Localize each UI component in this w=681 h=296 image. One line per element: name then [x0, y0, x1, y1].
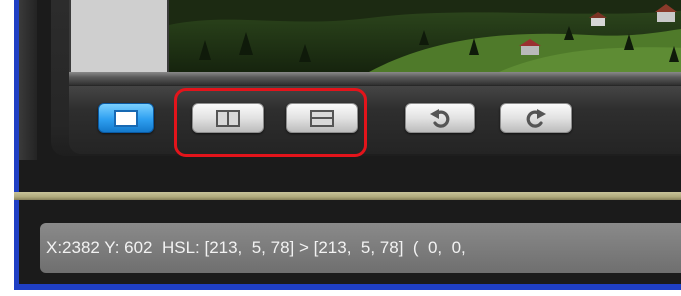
split-horizontal-button[interactable] [286, 103, 358, 133]
pixel-info-text: X:2382 Y: 602 HSL: [213, 5, 78] > [213, … [46, 238, 466, 257]
landscape-photo [169, 0, 681, 72]
timeline-track[interactable] [14, 192, 681, 200]
split-vertical-icon [216, 109, 240, 127]
blank-pane [71, 0, 167, 72]
view-toolbar [69, 86, 681, 154]
rotate-left-icon [430, 109, 450, 128]
single-view-button[interactable] [98, 103, 154, 133]
split-horizontal-icon [310, 109, 334, 127]
split-vertical-button[interactable] [192, 103, 264, 133]
viewer-frame-edge [69, 72, 681, 85]
left-rail [19, 0, 37, 160]
rotate-right-button[interactable] [500, 103, 572, 133]
image-viewer[interactable] [69, 0, 681, 85]
rotate-right-icon [526, 109, 546, 128]
status-bar: X:2382 Y: 602 HSL: [213, 5, 78] > [213, … [40, 223, 681, 273]
rotate-left-button[interactable] [405, 103, 475, 133]
single-pane-icon [114, 109, 138, 127]
